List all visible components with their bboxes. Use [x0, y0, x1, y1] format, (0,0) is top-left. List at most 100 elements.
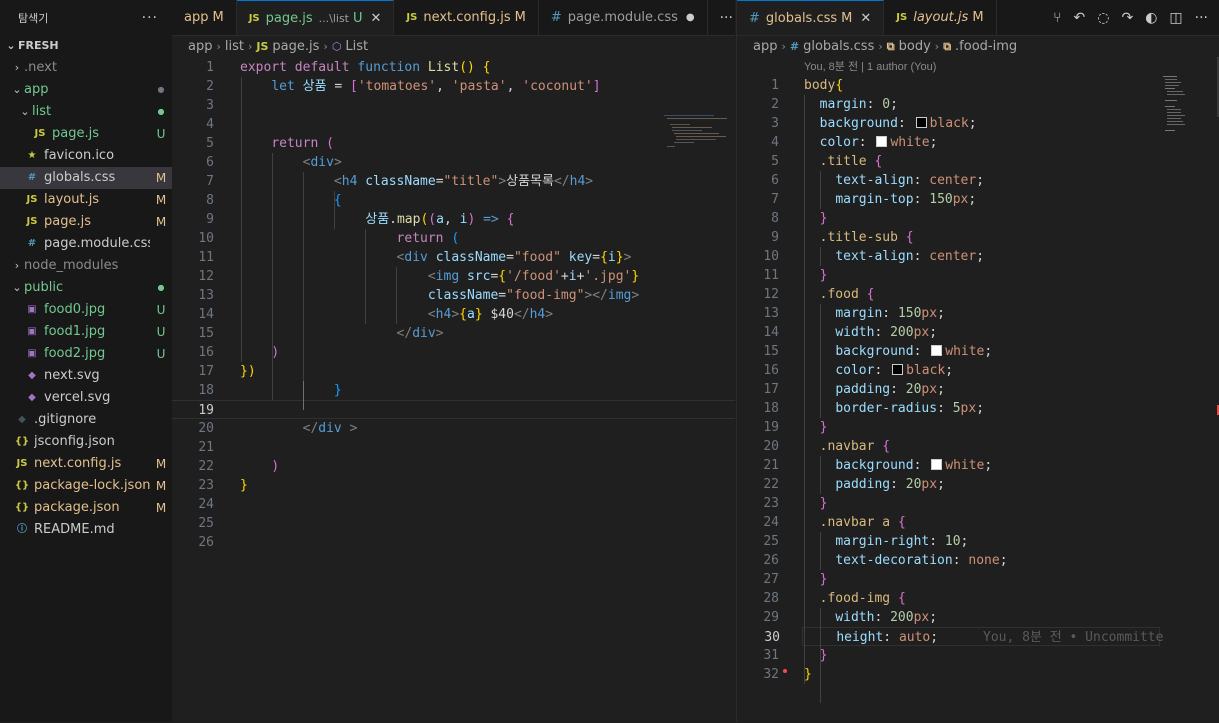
code-line[interactable]: 7 margin-top: 150px; — [737, 190, 1219, 209]
tab-page-js[interactable]: JS page.js ...\list U ✕ — [236, 0, 395, 35]
code-line[interactable]: 21 background: white; — [737, 456, 1219, 475]
toggle-blame-icon[interactable]: ◐ — [1145, 10, 1157, 26]
code-line[interactable]: 28 .food-img { — [737, 589, 1219, 608]
code-line[interactable]: 9 .title-sub { — [737, 228, 1219, 247]
code-editor-globals-css[interactable]: 1 body{2 margin: 0; 3 background: black; 4 … — [737, 76, 1219, 716]
code-line[interactable]: 11 <div className="food" key={i}> — [172, 248, 735, 267]
file-tree-item[interactable]: › node_modules — [0, 255, 172, 277]
breadcrumb-item[interactable]: list — [225, 36, 244, 58]
code-line[interactable]: 17}) — [172, 362, 735, 381]
code-line[interactable]: 3 background: black; — [737, 114, 1219, 133]
code-line[interactable]: 18 border-radius: 5px; — [737, 399, 1219, 418]
file-tree-item[interactable]: JS page.js M — [0, 211, 172, 233]
code-line[interactable]: 22 ) — [172, 457, 735, 476]
code-line[interactable]: 12 .food { — [737, 285, 1219, 304]
code-line[interactable]: 20 .navbar { — [737, 437, 1219, 456]
go-forward-change-icon[interactable]: ↷ — [1121, 10, 1133, 26]
code-line[interactable]: 25 margin-right: 10; — [737, 532, 1219, 551]
file-tree-item[interactable]: ◆ .gitignore — [0, 409, 172, 431]
tab-globals-css[interactable]: # globals.css M ✕ — [737, 0, 885, 35]
breadcrumb-item[interactable]: app — [753, 36, 777, 58]
code-line[interactable]: 2 let 상품 = ['tomatoes', 'pasta', 'coconu… — [172, 77, 735, 96]
file-tree-item[interactable]: # page.module.css — [0, 233, 172, 255]
tab-app[interactable]: app M — [172, 0, 237, 35]
file-tree-item[interactable]: # globals.css M — [0, 167, 172, 189]
code-line[interactable]: 16 ) — [172, 343, 735, 362]
code-line[interactable]: 1 body{ — [737, 76, 1219, 95]
code-line[interactable]: 16 color: black; — [737, 361, 1219, 380]
split-editor-icon[interactable]: ◫ — [1169, 10, 1182, 26]
code-line[interactable]: 5 return ( — [172, 134, 735, 153]
code-line[interactable]: 13 margin: 150px; — [737, 304, 1219, 323]
code-line[interactable]: 14 <h4>{a} $40</h4> — [172, 305, 735, 324]
file-tree-item[interactable]: ▣ food0.jpg U — [0, 299, 172, 321]
workspace-root[interactable]: ⌄ FRESH — [0, 35, 172, 57]
code-line[interactable]: 23} — [172, 476, 735, 495]
code-line[interactable]: 10 return ( — [172, 229, 735, 248]
file-tree-item[interactable]: {} package.json M — [0, 497, 172, 519]
breadcrumb-item[interactable]: List — [345, 36, 368, 58]
code-line[interactable]: 22 padding: 20px; — [737, 475, 1219, 494]
file-tree-item[interactable]: ▣ food1.jpg U — [0, 321, 172, 343]
inline-blame[interactable]: You, 8분 전 • Uncommitte — [983, 628, 1163, 647]
code-editor-page-js[interactable]: 1 export default function List() {2 let 상… — [172, 58, 735, 723]
blame-header[interactable]: You, 8분 전 | 1 author (You) — [737, 58, 1219, 76]
more-actions-icon[interactable]: ··· — [1195, 10, 1208, 26]
file-tree-item[interactable]: {} jsconfig.json — [0, 431, 172, 453]
code-line[interactable]: 15 </div> — [172, 324, 735, 343]
close-icon[interactable]: ✕ — [860, 11, 871, 26]
code-line[interactable]: 14 width: 200px; — [737, 323, 1219, 342]
breadcrumb-item[interactable]: page.js — [272, 36, 319, 58]
file-tree-item[interactable]: ▣ food2.jpg U — [0, 343, 172, 365]
file-tree-item[interactable]: ⌄ app ● — [0, 79, 172, 101]
more-actions-icon[interactable]: ··· — [720, 10, 733, 26]
code-line[interactable]: 4 — [172, 115, 735, 134]
file-tree-item[interactable]: ◆ next.svg — [0, 365, 172, 387]
code-line[interactable]: 21 — [172, 438, 735, 457]
code-line[interactable]: 7 <h4 className="title">상품목록</h4> — [172, 172, 735, 191]
file-tree-item[interactable]: › .next — [0, 57, 172, 79]
code-line[interactable]: 2 margin: 0; — [737, 95, 1219, 114]
timeline-icon[interactable]: ◌ — [1097, 10, 1109, 26]
file-tree-item[interactable]: ⌄ list ● — [0, 101, 172, 123]
code-line[interactable]: 5 .title { — [737, 152, 1219, 171]
code-line[interactable]: 32} — [737, 665, 1219, 684]
code-line[interactable]: 26 text-decoration: none; — [737, 551, 1219, 570]
code-line[interactable]: 18 } — [172, 381, 735, 400]
code-line[interactable]: 24 — [172, 495, 735, 514]
code-line[interactable]: 4 color: white; — [737, 133, 1219, 152]
code-line[interactable]: 30 height: auto; You, 8분 전 • Uncommitte — [764, 627, 1163, 647]
more-actions-icon[interactable]: ··· — [142, 10, 158, 26]
breadcrumb-item[interactable]: body — [899, 36, 931, 58]
file-tree-item[interactable]: ◆ vercel.svg — [0, 387, 172, 409]
code-line[interactable]: 31 } — [737, 646, 1219, 665]
source-control-icon[interactable]: ⑂ — [1053, 10, 1061, 26]
code-line[interactable]: 27 } — [737, 570, 1219, 589]
file-tree-item[interactable]: {} package-lock.json M — [0, 475, 172, 497]
tab-layout-js[interactable]: JS layout.js M — [884, 0, 997, 35]
file-tree-item[interactable]: JS layout.js M — [0, 189, 172, 211]
code-line[interactable]: 13 className="food-img"></img> — [172, 286, 735, 305]
code-line[interactable]: 20 </div > — [172, 419, 735, 438]
code-line[interactable]: 19 — [172, 400, 735, 419]
breadcrumb-item[interactable]: globals.css — [803, 36, 874, 58]
code-line[interactable]: 23 } — [737, 494, 1219, 513]
code-line[interactable]: 17 padding: 20px; — [737, 380, 1219, 399]
close-icon[interactable]: ✕ — [371, 11, 382, 26]
tab-page-module-css[interactable]: # page.module.css ● — [539, 0, 708, 35]
tab-next-config-js[interactable]: JS next.config.js M — [394, 0, 539, 35]
code-line[interactable]: 10 text-align: center; — [737, 247, 1219, 266]
file-tree-item[interactable]: ⌄ public ● — [0, 277, 172, 299]
file-tree-item[interactable]: ★ favicon.ico — [0, 145, 172, 167]
code-line[interactable]: 8 } — [737, 209, 1219, 228]
code-line[interactable]: 9 상품.map((a, i) => { — [172, 210, 735, 229]
code-line[interactable]: 15 background: white; — [737, 342, 1219, 361]
code-line[interactable]: 3 — [172, 96, 735, 115]
file-tree-item[interactable]: JS next.config.js M — [0, 453, 172, 475]
code-line[interactable]: 1 export default function List() { — [172, 58, 735, 77]
code-line[interactable]: 6 text-align: center; — [737, 171, 1219, 190]
code-line[interactable]: 11 } — [737, 266, 1219, 285]
code-line[interactable]: 19 } — [737, 418, 1219, 437]
code-line[interactable]: 29 width: 200px; — [737, 608, 1219, 627]
code-line[interactable]: 12 <img src={'/food'+i+'.jpg'} — [172, 267, 735, 286]
